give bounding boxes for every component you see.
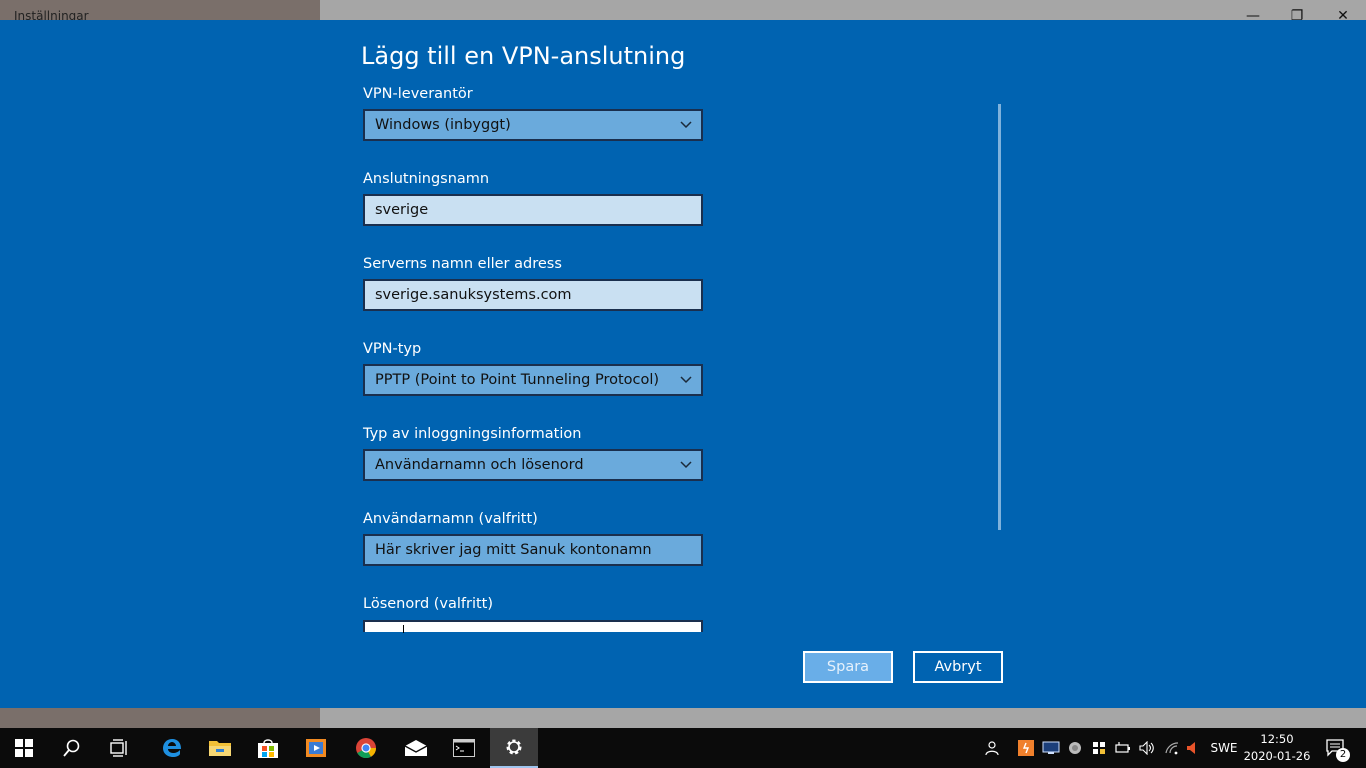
chevron-down-icon [680, 461, 692, 469]
connection-name-input[interactable]: sverige [363, 194, 703, 226]
clock-time: 12:50 [1260, 732, 1294, 746]
vpn-type-value: PPTP (Point to Point Tunneling Protocol) [375, 372, 660, 388]
store-icon[interactable] [244, 728, 292, 768]
server-input[interactable]: sverige.sanuksystems.com [363, 279, 703, 311]
action-center-icon[interactable]: 2 [1322, 728, 1350, 768]
signin-type-label: Typ av inloggningsinformation [363, 426, 582, 442]
vpn-type-select[interactable]: PPTP (Point to Point Tunneling Protocol) [363, 364, 703, 396]
mail-icon[interactable] [392, 728, 440, 768]
network-status-icon[interactable] [1066, 728, 1084, 768]
cancel-button[interactable]: Avbryt [913, 651, 1003, 683]
notification-badge: 2 [1336, 748, 1350, 762]
taskbar: SWE 12:50 2020-01-26 2 [0, 728, 1366, 768]
username-label: Användarnamn (valfritt) [363, 511, 538, 527]
vpn-dialog: Lägg till en VPN-anslutning VPN-leverant… [0, 20, 1366, 708]
chevron-down-icon [680, 121, 692, 129]
chevron-down-icon [680, 376, 692, 384]
battery-icon[interactable] [1114, 728, 1132, 768]
command-prompt-icon[interactable] [440, 728, 488, 768]
volume-icon[interactable] [1138, 728, 1156, 768]
connection-name-label: Anslutningsnamn [363, 171, 490, 187]
windows-security-icon[interactable] [1090, 728, 1108, 768]
search-icon[interactable] [48, 728, 96, 768]
settings-icon[interactable] [490, 728, 538, 768]
provider-select[interactable]: Windows (inbyggt) [363, 109, 703, 141]
password-input[interactable] [363, 620, 703, 633]
file-explorer-icon[interactable] [196, 728, 244, 768]
task-view-icon[interactable] [96, 728, 144, 768]
scrollbar[interactable] [998, 104, 1001, 530]
java-icon[interactable] [1016, 728, 1036, 768]
start-icon[interactable] [0, 728, 48, 768]
server-label: Serverns namn eller adress [363, 256, 562, 272]
text-caret [403, 625, 404, 633]
clock[interactable]: 12:50 2020-01-26 [1242, 731, 1312, 765]
edge-icon[interactable] [148, 728, 196, 768]
provider-value: Windows (inbyggt) [375, 117, 511, 133]
speaker-muted-icon[interactable] [1184, 728, 1202, 768]
language-indicator[interactable]: SWE [1206, 728, 1242, 768]
wifi-icon[interactable] [1162, 728, 1182, 768]
provider-label: VPN-leverantör [363, 86, 473, 102]
username-input[interactable]: Här skriver jag mitt Sanuk kontonamn [363, 534, 703, 566]
people-icon[interactable] [980, 728, 1002, 768]
chrome-icon[interactable] [342, 728, 390, 768]
dialog-title: Lägg till en VPN-anslutning [361, 42, 686, 70]
media-player-icon[interactable] [292, 728, 340, 768]
clock-date: 2020-01-26 [1243, 749, 1311, 763]
vpn-type-label: VPN-typ [363, 341, 422, 357]
display-settings-icon[interactable] [1040, 728, 1062, 768]
save-button[interactable]: Spara [803, 651, 893, 683]
signin-type-value: Användarnamn och lösenord [375, 457, 584, 473]
password-label: Lösenord (valfritt) [363, 596, 494, 612]
signin-type-select[interactable]: Användarnamn och lösenord [363, 449, 703, 481]
